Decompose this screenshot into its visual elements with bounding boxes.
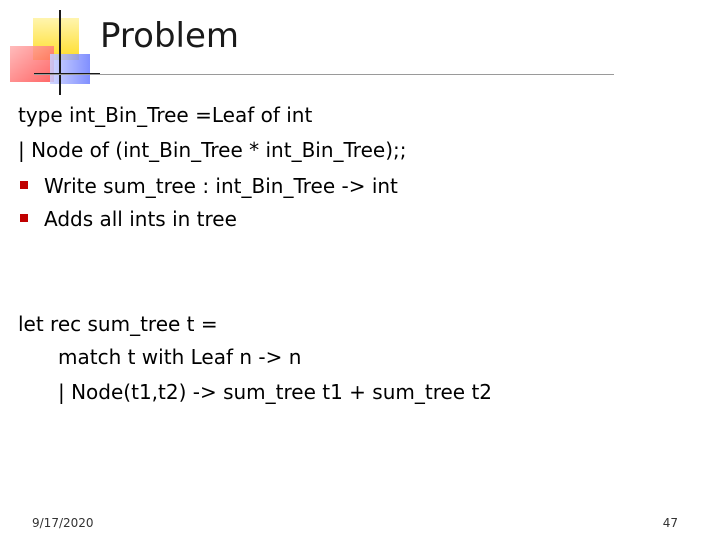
- slide-title: Problem: [100, 16, 240, 56]
- code-line-2: match t with Leaf n -> n: [58, 345, 302, 369]
- bullet-item-1: Write sum_tree : int_Bin_Tree -> int: [20, 172, 398, 200]
- type-def-line-2: | Node of (int_Bin_Tree * int_Bin_Tree);…: [18, 138, 407, 162]
- code-line-3: | Node(t1,t2) -> sum_tree t1 + sum_tree …: [58, 380, 493, 404]
- slide-logo-graphic: [10, 10, 100, 95]
- footer-date: 9/17/2020: [32, 516, 94, 530]
- square-bullet-icon: [20, 181, 28, 189]
- code-line-1: let rec sum_tree t =: [18, 312, 218, 336]
- bullet-item-2: Adds all ints in tree: [20, 205, 237, 233]
- bullet-text-1: Write sum_tree : int_Bin_Tree -> int: [44, 174, 398, 198]
- bullet-text-2: Adds all ints in tree: [44, 207, 237, 231]
- square-bullet-icon: [20, 214, 28, 222]
- type-def-line-1: type int_Bin_Tree =Leaf of int: [18, 103, 313, 127]
- footer-page-number: 47: [662, 516, 678, 530]
- title-divider: [34, 74, 614, 75]
